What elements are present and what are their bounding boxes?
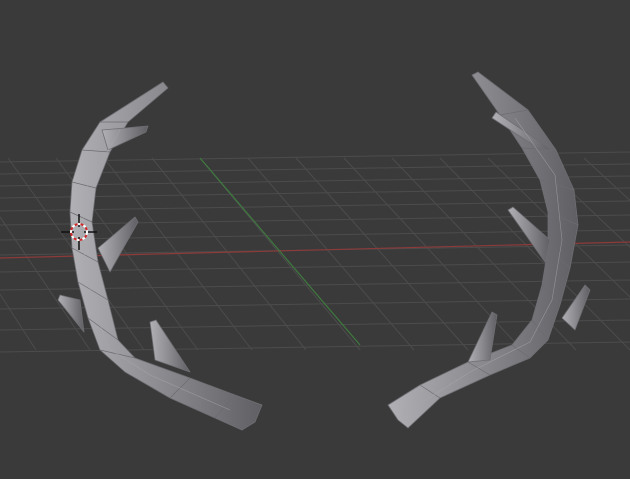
antler-left[interactable] [57, 81, 263, 431]
grid-line [247, 157, 415, 351]
grid-line [0, 214, 630, 226]
viewport-canvas[interactable] [0, 0, 630, 479]
3d-viewport[interactable] [0, 0, 630, 479]
antler-right[interactable] [387, 71, 591, 429]
grid-line [295, 157, 469, 351]
grid-line [583, 157, 630, 202]
grid-line [0, 293, 37, 351]
